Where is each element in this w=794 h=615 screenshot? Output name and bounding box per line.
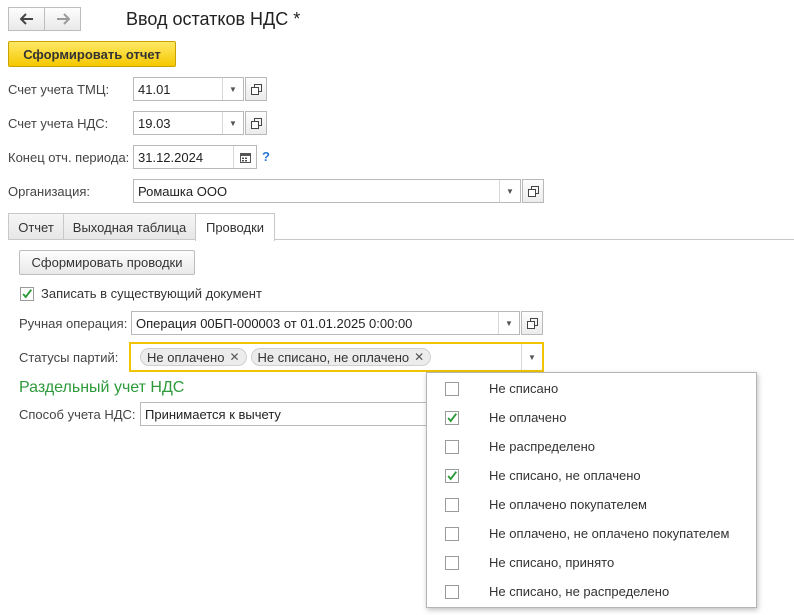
status-chip[interactable]: Не оплачено ✕ [140,348,247,366]
tab-report[interactable]: Отчет [8,213,64,240]
back-button[interactable] [8,7,45,31]
chevron-down-icon[interactable]: ▼ [222,78,243,100]
generate-postings-button[interactable]: Сформировать проводки [19,250,195,275]
option-checkbox[interactable] [445,468,459,483]
open-window-icon [527,185,539,197]
calendar-icon[interactable] [233,146,256,168]
list-item[interactable]: Не списано [427,374,756,403]
generate-report-button[interactable]: Сформировать отчет [8,41,176,67]
organization-open-button[interactable] [522,179,544,203]
list-item[interactable]: Не оплачено, не оплачено покупателем [427,519,756,548]
tab-divider [8,239,794,240]
page-title: Ввод остатков НДС * [126,9,301,29]
write-existing-checkbox[interactable] [20,286,34,301]
list-item[interactable]: Не списано, принято [427,548,756,577]
close-icon[interactable]: ✕ [414,350,424,364]
open-window-icon [250,117,262,129]
option-checkbox[interactable] [445,410,459,425]
chevron-down-icon[interactable]: ▼ [521,344,542,370]
checkmark-icon [22,288,33,298]
option-checkbox[interactable] [445,584,459,599]
option-checkbox[interactable] [445,439,459,454]
manual-operation-open-button[interactable] [521,311,543,335]
open-window-icon [250,83,262,95]
chevron-down-icon[interactable]: ▼ [222,112,243,134]
organization-label: Организация: [8,184,91,199]
status-options-popup: Не списано Не оплачено Не распределено Н… [426,372,757,608]
tmc-account-field[interactable]: 41.01 ▼ [133,77,244,101]
period-end-label: Конец отч. периода: [8,150,130,165]
organization-value: Ромашка ООО [138,183,228,199]
chevron-down-icon[interactable]: ▼ [499,180,520,202]
tab-postings[interactable]: Проводки [195,213,275,241]
chevron-down-icon[interactable]: ▼ [498,312,519,334]
vat-method-label: Способ учета НДС: [19,407,136,422]
option-checkbox[interactable] [445,555,459,570]
period-end-value: 31.12.2024 [138,149,204,165]
forward-button[interactable] [44,7,81,31]
list-item[interactable]: Не оплачено [427,403,756,432]
tmc-account-label: Счет учета ТМЦ: [8,82,110,97]
manual-operation-value: Операция 00БП-000003 от 01.01.2025 0:00:… [136,315,413,331]
vat-method-value: Принимается к вычету [145,406,281,422]
vat-account-label: Счет учета НДС: [8,116,109,131]
close-icon[interactable]: ✕ [229,350,239,364]
status-chip[interactable]: Не списано, не оплачено ✕ [250,348,432,366]
list-item[interactable]: Не списано, не распределено [427,577,756,606]
batch-statuses-field[interactable]: Не оплачено ✕ Не списано, не оплачено ✕ … [129,342,544,372]
vat-account-field[interactable]: 19.03 ▼ [133,111,244,135]
option-checkbox[interactable] [445,497,459,512]
section-title: Раздельный учет НДС [19,379,185,396]
manual-operation-label: Ручная операция: [19,316,128,331]
period-end-field[interactable]: 31.12.2024 [133,145,257,169]
write-existing-label: Записать в существующий документ [41,286,262,301]
tmc-account-open-button[interactable] [245,77,267,101]
vat-account-open-button[interactable] [245,111,267,135]
list-item[interactable]: Не списано, не оплачено [427,461,756,490]
vat-method-field[interactable]: Принимается к вычету [140,402,430,426]
tab-output-table[interactable]: Выходная таблица [63,213,196,240]
manual-operation-field[interactable]: Операция 00БП-000003 от 01.01.2025 0:00:… [131,311,520,335]
tmc-account-value: 41.01 [138,81,171,97]
list-item[interactable]: Не оплачено покупателем [427,490,756,519]
write-existing-checkbox-row[interactable]: Записать в существующий документ [20,286,262,301]
arrow-left-icon [19,13,33,25]
open-window-icon [526,317,538,329]
arrow-right-icon [56,13,70,25]
option-checkbox[interactable] [445,381,459,396]
organization-field[interactable]: Ромашка ООО ▼ [133,179,521,203]
list-item[interactable]: Не распределено [427,432,756,461]
checkmark-icon [447,412,458,422]
checkmark-icon [447,470,458,480]
help-icon[interactable]: ? [262,149,270,164]
option-checkbox[interactable] [445,526,459,541]
vat-account-value: 19.03 [138,115,171,131]
batch-statuses-label: Статусы партий: [19,350,119,365]
